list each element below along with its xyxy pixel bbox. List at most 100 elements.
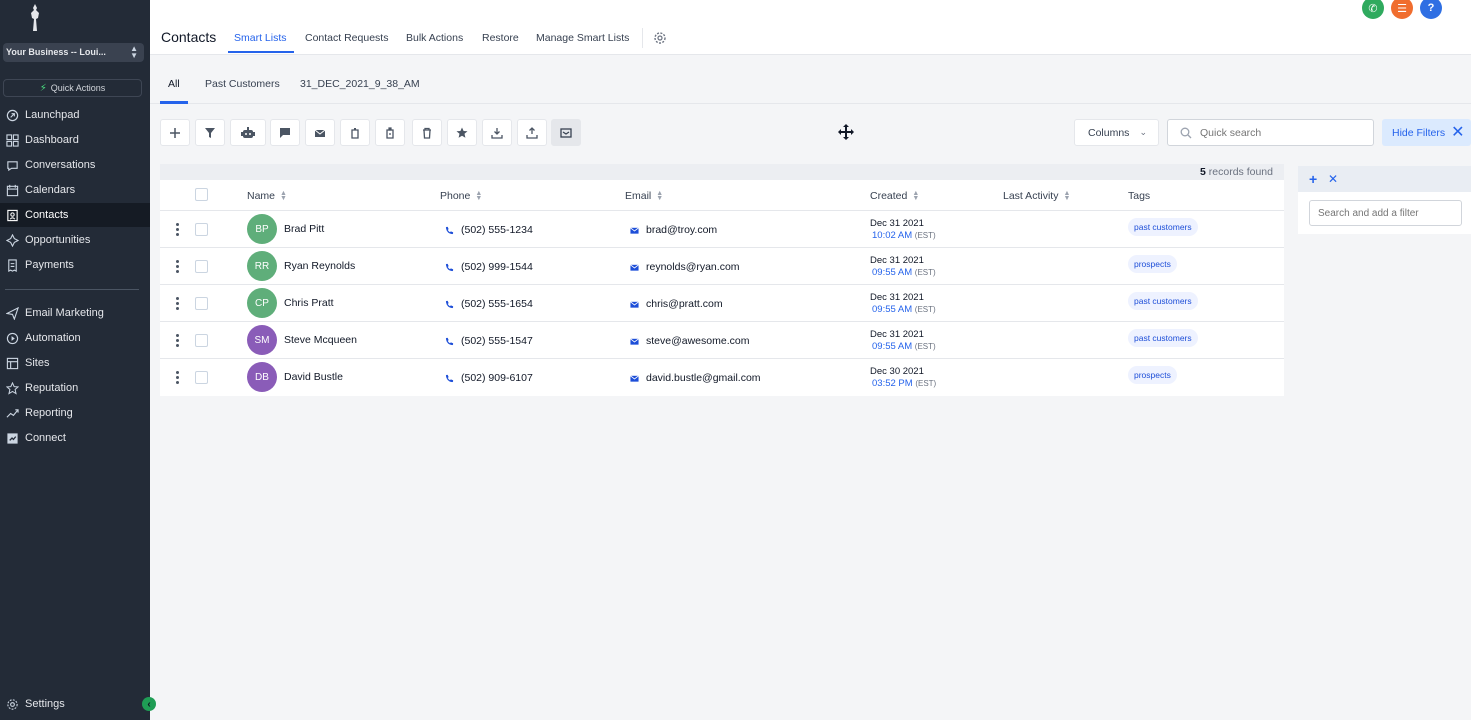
column-header-name[interactable]: Name ▲ ▼ [247,190,287,202]
row-checkbox[interactable] [195,260,208,273]
tab-contact-requests[interactable]: Contact Requests [305,32,388,44]
contact-phone[interactable]: (502) 555-1234 [445,224,533,236]
row-menu-icon[interactable] [175,260,179,275]
column-header-last-activity[interactable]: Last Activity ▲ ▼ [1003,190,1070,202]
contact-name[interactable]: David Bustle [284,371,343,383]
row-checkbox[interactable] [195,223,208,236]
sidebar-item-automation[interactable]: Automation [0,326,150,350]
hide-filters-button[interactable]: Hide Filters ✕ [1382,119,1471,146]
subtab-all[interactable]: All [168,78,180,90]
tab-smart-lists[interactable]: Smart Lists [234,32,287,44]
sidebar-item-sites[interactable]: Sites [0,351,150,375]
table-row[interactable]: CP Chris Pratt (502) 555-1654 chris@prat… [160,285,1284,322]
sidebar-item-reporting[interactable]: Reporting [0,401,150,425]
phone-button[interactable]: ✆ [1362,0,1384,19]
sidebar-item-email-marketing[interactable]: Email Marketing [0,301,150,325]
gear-icon[interactable] [653,31,667,45]
sidebar-item-payments[interactable]: Payments [0,253,150,277]
subtab-31-dec[interactable]: 31_DEC_2021_9_38_AM [300,78,420,90]
column-header-email[interactable]: Email ▲ ▼ [625,190,663,202]
contact-email[interactable]: reynolds@ryan.com [630,261,740,273]
sites-icon [6,357,19,370]
delete-button[interactable] [412,119,442,146]
email-button[interactable] [305,119,335,146]
table-row[interactable]: DB David Bustle (502) 909-6107 david.bus… [160,359,1284,396]
sort-icon: ▲ ▼ [280,190,287,202]
contact-phone[interactable]: (502) 999-1544 [445,261,533,273]
sidebar-item-reputation[interactable]: Reputation [0,376,150,400]
help-button[interactable]: ? [1420,0,1442,19]
row-menu-icon[interactable] [175,223,179,238]
contact-phone[interactable]: (502) 909-6107 [445,372,533,384]
tag-badge[interactable]: past customers [1128,292,1198,310]
sidebar-item-settings[interactable]: Settings [0,692,150,716]
sidebar-item-connect[interactable]: Connect [0,426,150,450]
add-contact-button[interactable] [160,119,190,146]
search-input[interactable] [1200,126,1360,139]
sidebar-item-dashboard[interactable]: Dashboard [0,128,150,152]
sms-button[interactable] [270,119,300,146]
contact-name[interactable]: Chris Pratt [284,297,334,309]
tag-add-icon [351,127,359,139]
columns-dropdown[interactable]: Columns ⌄ [1074,119,1159,146]
add-filter-icon[interactable]: + [1309,171,1317,187]
sidebar-item-label: Connect [25,432,66,444]
upload-icon [526,126,538,139]
contact-email[interactable]: brad@troy.com [630,224,717,236]
import-button[interactable] [517,119,547,146]
merge-button[interactable] [551,119,581,146]
row-menu-icon[interactable] [175,334,179,349]
filter-button[interactable] [195,119,225,146]
column-header-created[interactable]: Created ▲ ▼ [870,190,919,202]
export-button[interactable] [482,119,512,146]
review-request-button[interactable] [447,119,477,146]
column-header-phone[interactable]: Phone ▲ ▼ [440,190,482,202]
contact-phone[interactable]: (502) 555-1547 [445,335,533,347]
row-checkbox[interactable] [195,297,208,310]
active-subtab-indicator [160,101,188,104]
created-date: Dec 31 2021 10:02 AM (EST) [870,218,936,242]
close-icon[interactable]: ✕ [1328,172,1338,186]
contact-phone[interactable]: (502) 555-1654 [445,298,533,310]
row-menu-icon[interactable] [175,371,179,386]
tab-restore[interactable]: Restore [482,32,519,44]
quick-actions-button[interactable]: ⚡ Quick Actions [3,79,142,97]
tag-badge[interactable]: prospects [1128,366,1177,384]
table-row[interactable]: SM Steve Mcqueen (502) 555-1547 steve@aw… [160,322,1284,359]
sidebar-item-calendars[interactable]: Calendars [0,178,150,202]
tab-bulk-actions[interactable]: Bulk Actions [406,32,463,44]
row-checkbox[interactable] [195,334,208,347]
tag-badge[interactable]: past customers [1128,218,1198,236]
trash-icon [423,127,431,139]
tag-badge[interactable]: prospects [1128,255,1177,273]
row-checkbox[interactable] [195,371,208,384]
sidebar-item-launchpad[interactable]: Launchpad [0,103,150,127]
select-all-checkbox[interactable] [195,188,208,201]
contact-email[interactable]: chris@pratt.com [630,298,723,310]
row-menu-icon[interactable] [175,297,179,312]
logo-icon[interactable] [26,4,44,32]
collapse-sidebar-button[interactable]: ‹ [142,697,156,711]
workflow-button[interactable] [230,119,266,146]
contact-email[interactable]: david.bustle@gmail.com [630,372,761,384]
contact-name[interactable]: Brad Pitt [284,223,324,235]
contact-email[interactable]: steve@awesome.com [630,335,749,347]
sidebar-item-opportunities[interactable]: Opportunities [0,228,150,252]
table-row[interactable]: BP Brad Pitt (502) 555-1234 brad@troy.co… [160,211,1284,248]
subtab-past-customers[interactable]: Past Customers [205,78,280,90]
sidebar-item-conversations[interactable]: Conversations [0,153,150,177]
notifications-button[interactable]: ☰ [1391,0,1413,19]
sidebar-item-label: Launchpad [25,109,80,121]
filter-search-input[interactable] [1309,200,1462,226]
business-switcher[interactable]: Your Business -- Loui... ▲ ▼ [3,43,144,62]
tag-badge[interactable]: past customers [1128,329,1198,347]
remove-tag-button[interactable] [375,119,405,146]
tab-manage-smart-lists[interactable]: Manage Smart Lists [536,32,629,44]
sidebar-item-contacts[interactable]: Contacts [0,203,150,227]
contact-name[interactable]: Ryan Reynolds [284,260,355,272]
sidebar-divider [5,289,139,290]
table-row[interactable]: RR Ryan Reynolds (502) 999-1544 reynolds… [160,248,1284,285]
add-tag-button[interactable] [340,119,370,146]
avatar: SM [247,325,277,355]
contact-name[interactable]: Steve Mcqueen [284,334,357,346]
